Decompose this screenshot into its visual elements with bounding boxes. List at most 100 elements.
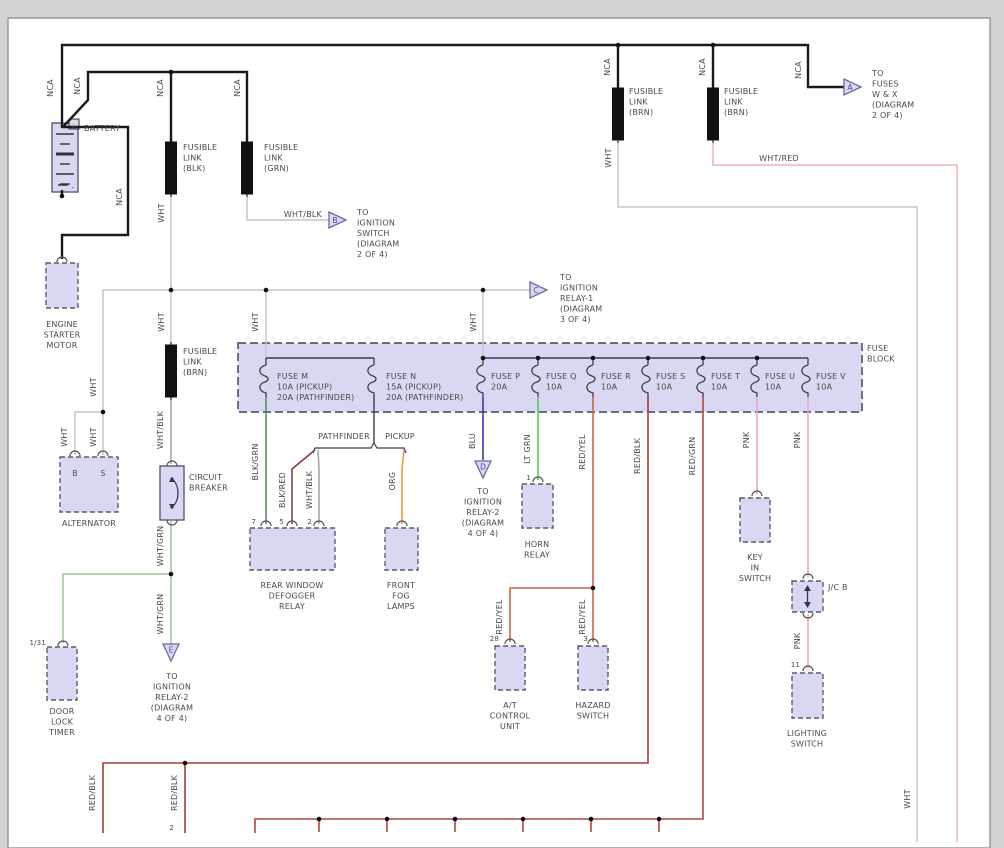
ref-arrow-b-letter: B	[332, 216, 337, 225]
wiring-diagram-page: A B C D E BATTERY FUSIBLE LINK (BLK) FUSIBLE LINK(…	[0, 0, 1004, 848]
wlabel-nca-2: NCA	[73, 77, 82, 95]
wlabel-wht-1: WHT	[157, 203, 166, 222]
door-lock-timer-box	[46, 646, 78, 701]
wlabel-whtblk-3: WHT/BLK	[284, 210, 323, 219]
junction-dot	[100, 409, 106, 415]
label-terminal-5: 5	[279, 518, 284, 526]
label-alternator: ALTERNATOR	[62, 519, 116, 528]
label-battery: BATTERY	[84, 124, 120, 133]
wlabel-blkred: BLK/RED	[278, 472, 287, 508]
label-pickup: PICKUP	[385, 432, 415, 441]
junction-dot	[700, 355, 706, 361]
wlabel-redgrn: RED/GRN	[688, 437, 697, 476]
label-lighting-switch: LIGHTING SWITCH	[787, 729, 827, 749]
wlabel-pnk-2: PNK	[793, 431, 802, 448]
horn-relay-box	[521, 483, 554, 529]
junction-dot	[710, 42, 716, 48]
junction-dot	[645, 355, 651, 361]
label-pathfinder: PATHFINDER	[318, 432, 370, 441]
wlabel-whtgrn-1: WHT/GRN	[156, 526, 165, 567]
label-horn-relay: HORN RELAY	[524, 540, 550, 560]
label-battery-minus: -	[72, 184, 75, 192]
key-in-switch-box	[739, 497, 771, 543]
junction-dot	[384, 816, 390, 822]
ref-arrow-d-letter: D	[480, 463, 486, 472]
wlabel-whtgrn-2: WHT/GRN	[156, 594, 165, 635]
wlabel-whtblk-2: WHT/BLK	[305, 470, 314, 509]
wlabel-nca-3: NCA	[156, 79, 165, 97]
junction-dot	[588, 816, 594, 822]
wlabel-wht-6: WHT	[251, 312, 260, 331]
wlabel-wht-9: WHT	[903, 789, 912, 808]
wlabel-nca-4: NCA	[233, 79, 242, 97]
junction-dot	[590, 585, 596, 591]
wlabel-wht-3: WHT	[89, 377, 98, 396]
label-terminal-3: 3	[583, 635, 588, 643]
junction-dot	[615, 42, 621, 48]
label-terminal-11: 11	[791, 661, 800, 669]
label-door-lock-timer: DOOR LOCK TIMER	[48, 707, 75, 737]
junction-dot	[754, 355, 760, 361]
circuit-breaker-box	[159, 465, 185, 521]
rear-window-defogger-relay-box	[249, 527, 336, 571]
label-jc-b: J/C B	[827, 583, 848, 592]
wlabel-wht-4: WHT	[60, 427, 69, 446]
junction-dot	[168, 287, 174, 293]
label-terminal-2b: 2	[169, 824, 174, 832]
ref-arrow-a-letter: A	[847, 83, 853, 92]
label-battery-plus: +	[71, 123, 77, 131]
wlabel-redyel-1: RED/YEL	[578, 434, 587, 470]
hazard-switch-box	[577, 645, 609, 691]
label-terminal-2: 2	[307, 518, 312, 526]
wlabel-nca-7: NCA	[698, 58, 707, 76]
wlabel-nca-8: NCA	[794, 61, 803, 79]
junction-dot	[452, 816, 458, 822]
wlabel-ltgrn: LT GRN	[523, 434, 532, 464]
junction-dot	[316, 816, 322, 822]
junction-dot	[480, 287, 486, 293]
label-terminal-1: 1	[526, 474, 531, 482]
junction-dot	[656, 816, 662, 822]
alternator-box	[59, 456, 119, 513]
wlabel-redblk-2: RED/BLK	[88, 774, 97, 811]
wlabel-pnk-3: PNK	[793, 632, 802, 649]
wlabel-redblk-1: RED/BLK	[633, 437, 642, 474]
wiring-diagram-svg: ABCDEBATTERYFUSIBLE LINK (BLK)FUSIBLE LINK(…	[0, 0, 1004, 848]
wlabel-wht-7: WHT	[469, 312, 478, 331]
junction-dot	[59, 193, 65, 199]
junction-dot	[590, 355, 596, 361]
junction-dot	[520, 816, 526, 822]
wlabel-wht-8: WHT	[604, 148, 613, 167]
junction-dot	[263, 287, 269, 293]
wlabel-nca-1: NCA	[46, 79, 55, 97]
ref-arrow-e-letter: E	[169, 646, 174, 655]
junction-dot	[535, 355, 541, 361]
wlabel-blu: BLU	[468, 433, 477, 449]
wlabel-wht-2: WHT	[157, 312, 166, 331]
label-terminal-s: S	[101, 469, 106, 478]
label-engine-starter-motor: ENGINE STARTER MOTOR	[44, 320, 81, 350]
engine-starter-motor-box	[45, 262, 79, 309]
label-terminal-b: B	[72, 469, 77, 478]
front-fog-lamps-box	[384, 527, 419, 571]
wlabel-org: ORG	[388, 472, 397, 491]
label-hazard-switch: HAZARD SWITCH	[575, 701, 610, 721]
wlabel-wht-5: WHT	[89, 427, 98, 446]
lighting-switch-box	[791, 672, 824, 719]
wlabel-whtblk-1: WHT/BLK	[156, 410, 165, 449]
wlabel-redblk-3: RED/BLK	[170, 774, 179, 811]
junction-dot	[168, 69, 174, 75]
at-control-unit-box	[494, 645, 526, 691]
junction-dot	[168, 571, 174, 577]
junction-dot	[480, 355, 486, 361]
junction-dot	[182, 760, 188, 766]
wlabel-blkgrn: BLK/GRN	[251, 443, 260, 480]
wlabel-nca-5: NCA	[115, 188, 124, 206]
wlabel-redyel-2: RED/YEL	[495, 599, 504, 635]
wlabel-redyel-3: RED/YEL	[578, 599, 587, 635]
ref-arrow-c-letter: C	[533, 286, 538, 295]
label-terminal-7: 7	[251, 518, 256, 526]
wlabel-whtred: WHT/RED	[759, 154, 799, 163]
wlabel-nca-6: NCA	[603, 58, 612, 76]
label-terminal-1-31: 1/31	[29, 639, 46, 647]
